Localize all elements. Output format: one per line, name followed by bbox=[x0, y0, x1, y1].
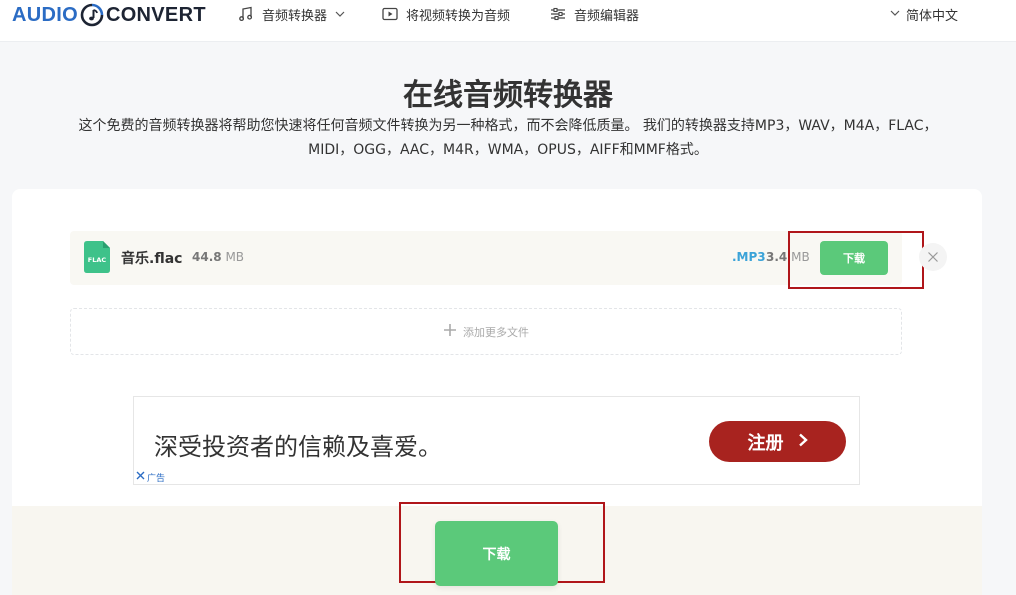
file-size: 44.8 MB bbox=[192, 250, 244, 266]
highlight-box-file-download bbox=[788, 231, 924, 289]
sliders-icon bbox=[550, 7, 566, 21]
download-all-button[interactable]: 下载 bbox=[435, 521, 558, 586]
nav-video-to-audio-label: 将视频转换为音频 bbox=[406, 8, 511, 24]
flac-file-icon: FLAC bbox=[84, 241, 110, 273]
nav-audio-converter-label: 音频转换器 bbox=[262, 8, 328, 24]
plus-icon bbox=[443, 323, 457, 340]
nav-audio-converter[interactable]: 音频转换器 bbox=[238, 4, 345, 24]
music-note-icon bbox=[238, 6, 254, 22]
logo-word-audio: AUDIO bbox=[12, 3, 78, 26]
language-selector[interactable]: 简体中文 bbox=[890, 4, 958, 24]
output-size-value: 3.4 bbox=[766, 250, 788, 264]
ad-close-icon bbox=[136, 471, 145, 483]
ad-mark-label: 广告 bbox=[147, 473, 166, 484]
ad-choices-mark[interactable]: 广告 bbox=[136, 471, 166, 484]
page-title: 在线音频转换器 bbox=[403, 78, 613, 113]
chevron-down-icon bbox=[335, 9, 345, 19]
close-icon bbox=[927, 248, 939, 267]
svg-text:FLAC: FLAC bbox=[88, 256, 107, 264]
logo-disc-icon bbox=[80, 3, 104, 27]
site-logo[interactable]: AUDIO CONVERT bbox=[12, 2, 206, 28]
ad-signup-label: 注册 bbox=[747, 432, 784, 454]
language-label: 简体中文 bbox=[905, 8, 958, 24]
add-more-files-button[interactable]: 添加更多文件 bbox=[70, 308, 902, 355]
ad-signup-button[interactable]: 注册 bbox=[709, 421, 846, 462]
top-navbar: AUDIO CONVERT 音频转换器 将视频转换为音频 音频编辑器 简体中文 bbox=[0, 0, 1016, 42]
ad-headline: 深受投资者的信赖及喜爱。 bbox=[154, 433, 442, 461]
page-description: 这个免费的音频转换器将帮助您快速将任何音频文件转换为另一种格式，而不会降低质量。… bbox=[20, 114, 996, 162]
logo-word-convert: CONVERT bbox=[105, 3, 206, 26]
play-video-icon bbox=[382, 7, 398, 21]
file-size-unit: MB bbox=[225, 250, 245, 264]
file-size-value: 44.8 bbox=[192, 250, 222, 264]
file-name: 音乐.flac bbox=[121, 251, 183, 267]
nav-audio-editor-label: 音频编辑器 bbox=[574, 8, 640, 24]
output-format[interactable]: .MP3 bbox=[732, 250, 766, 266]
description-line-2: MIDI，OGG，AAC，M4R，WMA，OPUS，AIFF和MMF格式。 bbox=[308, 142, 708, 158]
advertisement-banner[interactable]: 深受投资者的信赖及喜爱。 注册 广告 bbox=[133, 396, 860, 485]
remove-file-button[interactable] bbox=[919, 243, 947, 271]
add-more-files-label: 添加更多文件 bbox=[463, 325, 529, 339]
chevron-down-icon bbox=[890, 7, 900, 22]
nav-audio-editor[interactable]: 音频编辑器 bbox=[550, 4, 639, 24]
description-line-1: 这个免费的音频转换器将帮助您快速将任何音频文件转换为另一种格式，而不会降低质量。… bbox=[78, 118, 938, 134]
chevron-right-icon bbox=[798, 431, 808, 452]
nav-video-to-audio[interactable]: 将视频转换为音频 bbox=[382, 4, 510, 24]
